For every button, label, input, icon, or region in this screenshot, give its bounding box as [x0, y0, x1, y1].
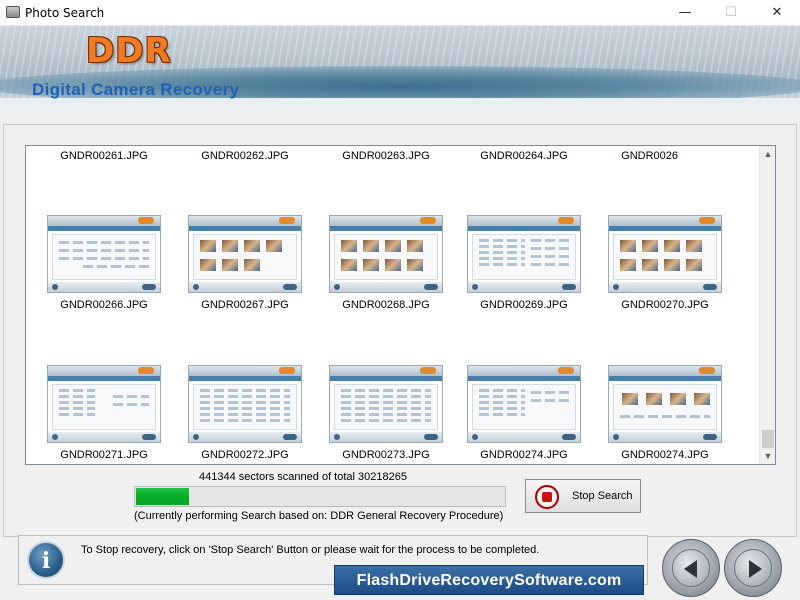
photo-thumbnail[interactable]: [329, 365, 443, 443]
file-name[interactable]: GNDR00262.JPG: [185, 150, 305, 162]
website-banner: FlashDriveRecoverySoftware.com: [334, 565, 644, 595]
info-icon: i: [27, 541, 65, 579]
header-banner: DDR Digital Camera Recovery: [0, 26, 800, 118]
photo-thumbnail[interactable]: [47, 365, 161, 443]
file-name[interactable]: GNDR00264.JPG: [464, 150, 584, 162]
search-status-text: (Currently performing Search based on: D…: [134, 510, 504, 522]
vertical-scrollbar[interactable]: ▲ ▼: [759, 146, 775, 464]
file-name[interactable]: GNDR00274.JPG: [464, 449, 584, 461]
title-bar: Photo Search — ☐ ✕: [0, 0, 800, 26]
file-name[interactable]: GNDR00269.JPG: [464, 299, 584, 311]
stop-search-button[interactable]: Stop Search: [525, 479, 641, 513]
close-button[interactable]: ✕: [754, 0, 800, 26]
photo-thumbnail[interactable]: [329, 215, 443, 293]
window-title: Photo Search: [25, 6, 105, 20]
file-name[interactable]: GNDR00267.JPG: [185, 299, 305, 311]
arrow-right-icon: [749, 560, 762, 578]
photo-thumbnail[interactable]: [47, 215, 161, 293]
info-message: To Stop recovery, click on 'Stop Search'…: [81, 544, 540, 556]
sectors-progress-text: 441344 sectors scanned of total 30218265: [199, 471, 407, 483]
file-name[interactable]: GNDR00271.JPG: [44, 449, 164, 461]
scroll-thumb[interactable]: [762, 430, 774, 448]
file-name[interactable]: GNDR00273.JPG: [326, 449, 446, 461]
minimize-button[interactable]: —: [662, 0, 708, 26]
scroll-down-icon[interactable]: ▼: [760, 448, 775, 464]
photo-thumbnail[interactable]: [467, 215, 581, 293]
file-name[interactable]: GNDR00268.JPG: [326, 299, 446, 311]
file-name[interactable]: GNDR00272.JPG: [185, 449, 305, 461]
file-name[interactable]: GNDR00274.JPG: [605, 449, 725, 461]
thumbnail-grid: GNDR00261.JPG GNDR00262.JPG GNDR00263.JP…: [26, 146, 761, 464]
scan-progress-bar: [134, 486, 506, 507]
banner-strip: [0, 98, 800, 118]
ddr-logo: DDR: [86, 31, 172, 71]
photo-thumbnail[interactable]: [188, 215, 302, 293]
scroll-up-icon[interactable]: ▲: [760, 146, 775, 162]
photo-thumbnail[interactable]: [188, 365, 302, 443]
app-subtitle: Digital Camera Recovery: [32, 80, 240, 99]
back-button[interactable]: [662, 539, 720, 597]
stop-icon: [535, 485, 559, 509]
photo-thumbnail[interactable]: [608, 365, 722, 443]
arrow-left-icon: [684, 560, 697, 578]
photo-gallery[interactable]: GNDR00261.JPG GNDR00262.JPG GNDR00263.JP…: [25, 145, 776, 465]
photo-thumbnail[interactable]: [608, 215, 722, 293]
photo-thumbnail[interactable]: [467, 365, 581, 443]
next-button[interactable]: [724, 539, 782, 597]
progress-fill: [136, 488, 189, 505]
app-icon: [6, 6, 20, 18]
file-name[interactable]: GNDR00266.JPG: [44, 299, 164, 311]
file-name[interactable]: GNDR00263.JPG: [326, 150, 446, 162]
file-name[interactable]: GNDR0026: [606, 150, 678, 162]
file-name[interactable]: GNDR00261.JPG: [44, 150, 164, 162]
stop-search-label: Stop Search: [572, 490, 633, 502]
file-name[interactable]: GNDR00270.JPG: [605, 299, 725, 311]
maximize-button: ☐: [725, 5, 737, 20]
